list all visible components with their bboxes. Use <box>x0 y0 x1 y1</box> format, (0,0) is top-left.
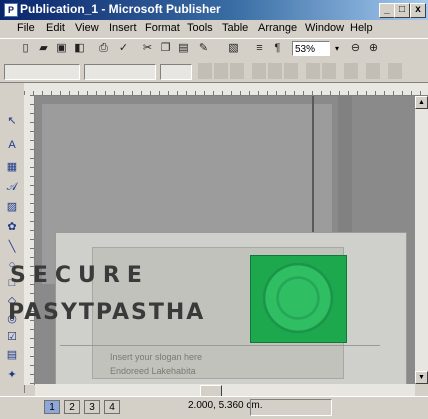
horizontal-ruler[interactable] <box>24 83 428 96</box>
font-size-box[interactable] <box>160 64 192 80</box>
picture-icon[interactable]: ▨ <box>5 200 19 214</box>
maximize-button[interactable]: □ <box>394 3 410 18</box>
wordart-icon[interactable]: 𝒜 <box>5 180 19 194</box>
card-address[interactable]: Endoreed Lakehabita <box>110 366 196 376</box>
show-formatting-icon[interactable]: ¶ <box>270 41 285 56</box>
copy-icon[interactable]: ❐ <box>158 41 173 56</box>
size-readout <box>250 399 332 416</box>
card-subheadline-part1: PASYTPAS <box>8 300 149 325</box>
menu-window[interactable]: Window <box>305 22 344 34</box>
zoom-input[interactable]: 53% <box>292 41 330 56</box>
card-slogan[interactable]: Insert your slogan here <box>110 352 202 362</box>
card-headline[interactable]: SECURE <box>10 263 149 288</box>
fill-color-icon[interactable] <box>366 63 380 79</box>
window-title: Publication_1 - Microsoft Publisher <box>20 2 221 16</box>
pointer-icon[interactable]: ↖ <box>5 114 19 128</box>
card-subheadline-part2: THA <box>148 300 206 325</box>
vertical-scrollbar[interactable] <box>415 96 428 384</box>
zoom-out-icon[interactable]: ⊖ <box>348 41 363 56</box>
close-button[interactable]: x <box>410 3 426 18</box>
menu-edit[interactable]: Edit <box>46 22 65 34</box>
html-fragment-icon[interactable]: ▤ <box>5 348 19 362</box>
divider <box>60 345 380 346</box>
menu-format[interactable]: Format <box>145 22 180 34</box>
columns-icon[interactable]: ≡ <box>252 41 267 56</box>
print-icon[interactable]: ⎙ <box>96 41 111 56</box>
menu-arrange[interactable]: Arrange <box>258 22 297 34</box>
menu-view[interactable]: View <box>75 22 99 34</box>
underline-icon[interactable] <box>230 63 244 79</box>
form-control-icon[interactable]: ☑ <box>5 330 19 344</box>
vertical-ruler[interactable] <box>24 95 35 385</box>
menu-file[interactable]: File <box>17 22 35 34</box>
design-gallery-icon[interactable]: ✦ <box>5 368 19 382</box>
table-icon[interactable]: ▦ <box>5 160 19 174</box>
objects-toolbar <box>0 83 25 393</box>
cut-icon[interactable]: ✂ <box>140 41 155 56</box>
scroll-down-icon[interactable]: ▼ <box>415 371 428 384</box>
menu-tools[interactable]: Tools <box>187 22 213 34</box>
spelling-icon[interactable]: ✓ <box>116 41 131 56</box>
logo-emblem <box>258 262 338 334</box>
page-tab[interactable]: 4 <box>104 400 120 414</box>
new-icon[interactable]: ▯ <box>18 41 33 56</box>
format-painter-icon[interactable]: ✎ <box>196 41 211 56</box>
line-icon[interactable]: ╲ <box>5 240 19 254</box>
text-frame-icon[interactable]: A <box>5 138 19 152</box>
bold-icon[interactable] <box>198 63 212 79</box>
align-right-icon[interactable] <box>284 63 298 79</box>
align-left-icon[interactable] <box>252 63 266 79</box>
horizontal-scrollbar[interactable] <box>35 384 415 396</box>
zoom-in-icon[interactable]: ⊕ <box>366 41 381 56</box>
bullets-icon[interactable] <box>322 63 336 79</box>
font-box[interactable] <box>84 64 156 80</box>
chevron-down-icon[interactable]: ▾ <box>331 41 343 56</box>
save-icon[interactable]: ▣ <box>54 41 69 56</box>
menu-help[interactable]: Help <box>350 22 373 34</box>
indent-icon[interactable] <box>344 63 358 79</box>
publisher-icon[interactable]: P <box>4 3 18 17</box>
clip-art-icon[interactable]: ✿ <box>5 220 19 234</box>
page-tab[interactable]: 3 <box>84 400 100 414</box>
font-color-icon[interactable] <box>388 63 402 79</box>
menu-table[interactable]: Table <box>222 22 248 34</box>
insert-picture-icon[interactable]: ▧ <box>226 41 241 56</box>
scroll-up-icon[interactable]: ▲ <box>415 96 428 109</box>
numbering-icon[interactable] <box>306 63 320 79</box>
page-tab[interactable]: 2 <box>64 400 80 414</box>
page-tab[interactable]: 1 <box>44 400 60 414</box>
italic-icon[interactable] <box>214 63 228 79</box>
minimize-button[interactable]: _ <box>379 3 395 18</box>
paste-icon[interactable]: ▤ <box>176 41 191 56</box>
card-subheadline[interactable]: PASYTPASTHA <box>8 300 205 325</box>
menu-insert[interactable]: Insert <box>109 22 137 34</box>
align-center-icon[interactable] <box>268 63 282 79</box>
web-preview-icon[interactable]: ◧ <box>72 41 87 56</box>
open-icon[interactable]: ▰ <box>36 41 51 56</box>
style-box[interactable] <box>4 64 80 80</box>
